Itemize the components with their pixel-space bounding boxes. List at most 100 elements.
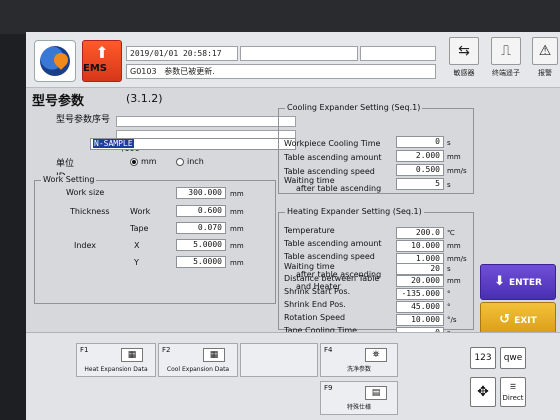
f2-cool-expansion-button[interactable]: F2 ▦ Cool Expansion Data: [158, 343, 238, 377]
cooling-wait-field[interactable]: 5: [396, 178, 444, 190]
special-spec-icon: ▤: [365, 386, 387, 400]
enter-arrow-icon: ⬇: [494, 274, 505, 289]
f1-label: Heat Expansion Data: [84, 366, 148, 373]
f1-heat-expansion-button[interactable]: F1 ▦ Heat Expansion Data: [76, 343, 156, 377]
cooling-ascend-speed-field[interactable]: 0.500: [396, 164, 444, 176]
work-setting-label: Work Setting: [41, 175, 97, 184]
f2-label: Cool Expansion Data: [166, 366, 230, 373]
heating-row-field[interactable]: 200.0: [396, 227, 444, 239]
terminal-button[interactable]: ⎍ 终端遥子: [488, 37, 524, 83]
cooling-time-field[interactable]: 0: [396, 136, 444, 148]
app-logo-icon[interactable]: [34, 40, 76, 82]
top-bar: ⬆ EMS 2019/01/01 20:58:17 G0103 参数已被更新. …: [26, 32, 560, 88]
heating-row-label: Shrink Start Pos.: [284, 288, 350, 296]
heating-row-field[interactable]: 20: [396, 263, 444, 275]
exit-return-icon: ↺: [499, 312, 511, 327]
heating-row-label-main: Rotation Speed: [284, 313, 346, 322]
work-thickness-label: Work: [130, 207, 151, 216]
cool-expansion-icon: ▦: [203, 348, 225, 362]
heating-row-label-main: Shrink End Pos.: [284, 300, 346, 309]
cooling-row-label: Workpiece Cooling Time: [284, 139, 381, 148]
alarm-icon: ⚠: [532, 37, 558, 65]
cooling-title: Cooling Expander Setting (Seq.1): [285, 103, 423, 112]
terminal-icon: ⎍: [491, 37, 521, 65]
tape-thickness-label: Tape: [130, 224, 149, 233]
heating-row-field[interactable]: 20.000: [396, 275, 444, 287]
qwerty-keyboard-button[interactable]: qwe: [500, 347, 526, 369]
exit-label: EXIT: [514, 316, 537, 326]
thickness-label: Thickness: [70, 207, 110, 216]
cursor-move-button[interactable]: ✥: [470, 377, 496, 407]
unit-option-mm: mm: [141, 157, 157, 166]
f9-special-spec-button[interactable]: F9 ▤ 特殊仕様: [320, 381, 398, 415]
heating-row-label: Table ascending amount: [284, 240, 382, 248]
f2-key: F2: [162, 346, 171, 354]
cooling-wait-label-2: after table ascending: [296, 184, 382, 193]
unit-label: 单位: [56, 159, 75, 169]
message-bar: G0103 参数已被更新.: [126, 64, 436, 79]
heating-row-field[interactable]: 10.000: [396, 314, 444, 326]
alarm-label: 报警: [538, 69, 552, 77]
monitor-bezel: [0, 0, 560, 34]
id-value: N-SAMPLE: [93, 139, 134, 148]
screen: ⬆ EMS 2019/01/01 20:58:17 G0103 参数已被更新. …: [26, 32, 560, 420]
sensor-button[interactable]: ⇆ 敏感器: [446, 37, 482, 83]
work-size-label: Work size: [66, 188, 105, 197]
direct-icon: ☰: [509, 383, 517, 391]
index-x-unit: mm: [230, 242, 244, 250]
f4-key: F4: [324, 346, 333, 354]
unit-radio-mm[interactable]: [130, 158, 138, 166]
heating-row-field[interactable]: 10.000: [396, 240, 444, 252]
heating-row-unit: ℃: [447, 229, 455, 237]
f4-label: 洗净参数: [346, 366, 371, 373]
f3-empty-button[interactable]: [240, 343, 318, 377]
sensor-icon: ⇆: [449, 37, 479, 65]
index-y-field[interactable]: 5.0000: [176, 256, 226, 268]
heating-title: Heating Expander Setting (Seq.1): [285, 207, 424, 216]
ems-button[interactable]: ⬆ EMS: [82, 40, 122, 82]
work-thickness-field[interactable]: 0.600: [176, 205, 226, 217]
wash-param-icon: ⛯: [365, 348, 387, 362]
enter-label: ENTER: [509, 278, 542, 288]
cooling-ascend-amount-unit: mm: [447, 153, 461, 161]
index-x-field[interactable]: 5.0000: [176, 239, 226, 251]
heating-row-unit: °/s: [447, 316, 457, 324]
cooling-wait-unit: s: [447, 181, 451, 189]
enter-button[interactable]: ⬇ ENTER: [480, 264, 556, 300]
heating-row-field[interactable]: 45.000: [396, 301, 444, 313]
f4-wash-param-button[interactable]: F4 ⛯ 洗净参数: [320, 343, 398, 377]
index-y-label: Y: [134, 258, 139, 267]
page-code: (3.1.2): [126, 92, 163, 105]
heating-row-unit: mm: [447, 242, 461, 250]
status-field-1: [240, 46, 358, 61]
terminal-label: 终端遥子: [492, 69, 520, 77]
id-input[interactable]: N-SAMPLE: [90, 138, 296, 150]
heating-row-label: Rotation Speed: [284, 314, 345, 322]
direct-label: Direct: [502, 394, 524, 402]
unit-radio-inch[interactable]: [176, 158, 184, 166]
f9-label: 特殊仕様: [346, 404, 371, 411]
arrow-up-icon: ⬆: [95, 43, 109, 62]
tape-thickness-unit: mm: [230, 225, 244, 233]
direct-button[interactable]: ☰ Direct: [500, 377, 526, 407]
model-seq-field[interactable]: [116, 116, 296, 127]
heating-row-unit: s: [447, 265, 451, 273]
heating-row-field[interactable]: -135.000: [396, 288, 444, 300]
function-key-bar: F1 ▦ Heat Expansion Data F2 ▦ Cool Expan…: [26, 332, 560, 420]
heat-expansion-icon: ▦: [121, 348, 143, 362]
heating-row-label: Table ascending speed: [284, 253, 375, 261]
heating-row-label-main: Table ascending speed: [284, 252, 375, 261]
numeric-keypad-button[interactable]: 123: [470, 347, 496, 369]
model-seq-label: 型号参数序号: [56, 115, 111, 125]
message-code: G0103: [130, 67, 157, 76]
index-label: Index: [74, 241, 97, 250]
alarm-button[interactable]: ⚠ 报警: [530, 37, 560, 83]
work-size-field[interactable]: 300.000: [176, 187, 226, 199]
cooling-time-unit: s: [447, 139, 451, 147]
cooling-ascend-amount-field[interactable]: 2.000: [396, 150, 444, 162]
ems-label: EMS: [83, 63, 107, 74]
heating-row-unit: °: [447, 290, 451, 298]
tape-thickness-field[interactable]: 0.070: [176, 222, 226, 234]
cooling-row-label: Table ascending amount: [284, 153, 382, 162]
heating-row-unit: °: [447, 303, 451, 311]
